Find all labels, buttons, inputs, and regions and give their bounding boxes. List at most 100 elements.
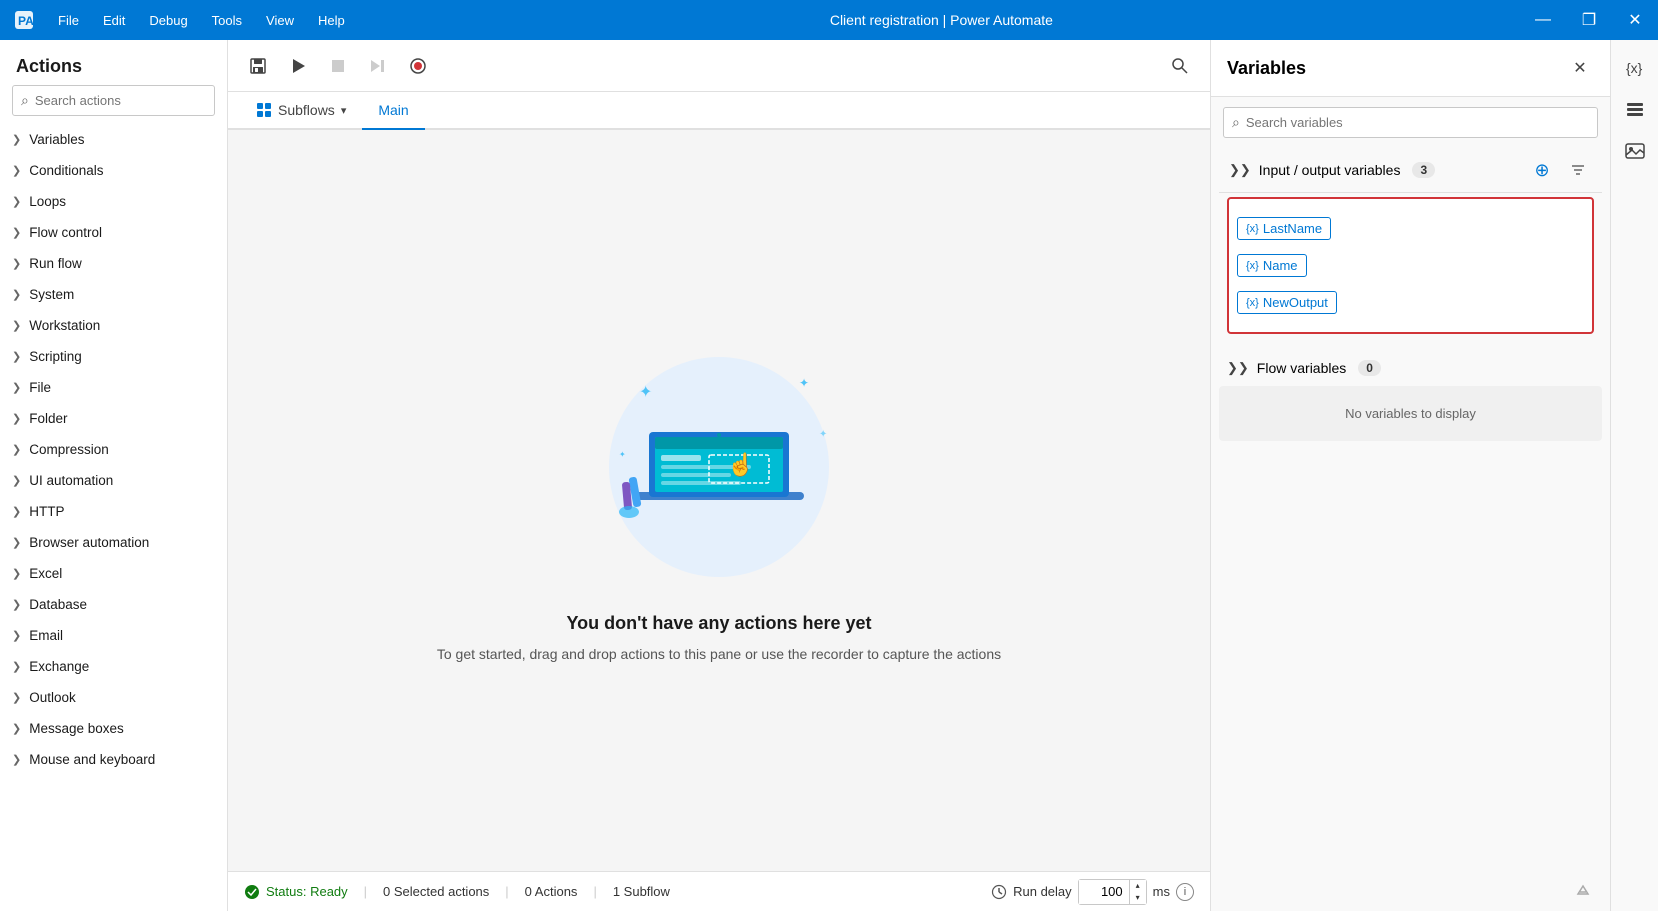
variable-chip-label: Name <box>1263 258 1298 273</box>
chevron-icon: ❯ <box>12 722 21 735</box>
run-delay-up-button[interactable]: ▴ <box>1130 880 1146 892</box>
run-button[interactable] <box>280 48 316 84</box>
run-delay-info-button[interactable]: i <box>1176 883 1194 901</box>
maximize-button[interactable]: ❐ <box>1566 0 1612 40</box>
flow-vars-chevron-icon[interactable]: ❯❯ <box>1227 360 1249 376</box>
variables-icon-button[interactable]: {x} <box>1616 48 1654 86</box>
category-folder[interactable]: ❯ Folder <box>0 403 227 434</box>
actions-search-box[interactable]: ⌕ <box>12 85 215 116</box>
menu-help[interactable]: Help <box>308 9 355 32</box>
stop-button[interactable] <box>320 48 356 84</box>
actions-search-icon: ⌕ <box>21 92 29 109</box>
subflows-dropdown-icon[interactable]: ▾ <box>341 104 347 117</box>
record-button[interactable] <box>400 48 436 84</box>
category-email[interactable]: ❯ Email <box>0 620 227 651</box>
chevron-icon: ❯ <box>12 567 21 580</box>
variables-close-button[interactable]: ✕ <box>1566 54 1594 82</box>
save-button[interactable] <box>240 48 276 84</box>
title-bar: PA File Edit Debug Tools View Help Clien… <box>0 0 1658 40</box>
chevron-icon: ❯ <box>12 195 21 208</box>
flow-vars-empty-message: No variables to display <box>1345 406 1476 421</box>
category-label: Message boxes <box>29 721 124 736</box>
category-system[interactable]: ❯ System <box>0 279 227 310</box>
image-icon-button[interactable] <box>1616 132 1654 170</box>
category-variables[interactable]: ❯ Variables <box>0 124 227 155</box>
category-compression[interactable]: ❯ Compression <box>0 434 227 465</box>
category-browser-automation[interactable]: ❯ Browser automation <box>0 527 227 558</box>
chevron-icon: ❯ <box>12 226 21 239</box>
chevron-icon: ❯ <box>12 505 21 518</box>
category-label: File <box>29 380 51 395</box>
io-add-variable-button[interactable]: ⊕ <box>1528 156 1556 184</box>
chevron-icon: ❯ <box>12 660 21 673</box>
category-excel[interactable]: ❯ Excel <box>0 558 227 589</box>
category-exchange[interactable]: ❯ Exchange <box>0 651 227 682</box>
run-delay-input[interactable] <box>1079 880 1129 904</box>
io-chevron-icon[interactable]: ❯❯ <box>1229 162 1251 178</box>
variables-search-box[interactable]: ⌕ <box>1223 107 1598 138</box>
category-scripting[interactable]: ❯ Scripting <box>0 341 227 372</box>
chevron-icon: ❯ <box>12 598 21 611</box>
menu-edit[interactable]: Edit <box>93 9 135 32</box>
variables-panel: Variables ✕ ⌕ ❯❯ Input / output variable… <box>1210 40 1610 911</box>
menu-view[interactable]: View <box>256 9 304 32</box>
empty-title: You don't have any actions here yet <box>566 613 871 634</box>
menu-file[interactable]: File <box>48 9 89 32</box>
category-run-flow[interactable]: ❯ Run flow <box>0 248 227 279</box>
tab-subflows[interactable]: Subflows ▾ <box>240 92 362 130</box>
flow-search-button[interactable] <box>1162 48 1198 84</box>
flow-vars-count: 0 <box>1358 360 1381 376</box>
category-loops[interactable]: ❯ Loops <box>0 186 227 217</box>
clear-icon[interactable] <box>1570 875 1598 903</box>
svg-text:PA: PA <box>18 14 34 28</box>
svg-text:✦: ✦ <box>799 376 809 390</box>
category-ui-automation[interactable]: ❯ UI automation <box>0 465 227 496</box>
far-right-panel: {x} <box>1610 40 1658 911</box>
variable-chip-newoutput[interactable]: {x} NewOutput <box>1237 291 1337 314</box>
category-file[interactable]: ❯ File <box>0 372 227 403</box>
category-label: Exchange <box>29 659 89 674</box>
app-body: Actions ⌕ ❯ Variables ❯ Conditionals ❯ L… <box>0 40 1658 911</box>
variable-row-lastname: {x} LastName <box>1237 213 1584 244</box>
actions-search-input[interactable] <box>35 93 211 108</box>
chevron-icon: ❯ <box>12 319 21 332</box>
category-message-boxes[interactable]: ❯ Message boxes <box>0 713 227 744</box>
chevron-icon: ❯ <box>12 443 21 456</box>
category-http[interactable]: ❯ HTTP <box>0 496 227 527</box>
category-mouse-keyboard[interactable]: ❯ Mouse and keyboard <box>0 744 227 775</box>
empty-subtitle: To get started, drag and drop actions to… <box>437 644 1001 665</box>
status-check-icon <box>244 884 260 900</box>
menu-tools[interactable]: Tools <box>202 9 252 32</box>
category-label: Mouse and keyboard <box>29 752 155 767</box>
actions-panel: Actions ⌕ ❯ Variables ❯ Conditionals ❯ L… <box>0 40 228 911</box>
clock-icon <box>991 884 1007 900</box>
close-button[interactable]: ✕ <box>1612 0 1658 40</box>
minimize-button[interactable]: — <box>1520 0 1566 40</box>
variable-chip-name[interactable]: {x} Name <box>1237 254 1307 277</box>
variable-chip-lastname[interactable]: {x} LastName <box>1237 217 1331 240</box>
chevron-icon: ❯ <box>12 350 21 363</box>
flow-vars-header: ❯❯ Flow variables 0 <box>1219 350 1602 386</box>
variables-search-input[interactable] <box>1246 115 1589 130</box>
category-workstation[interactable]: ❯ Workstation <box>0 310 227 341</box>
category-label: Loops <box>29 194 66 209</box>
category-database[interactable]: ❯ Database <box>0 589 227 620</box>
category-flow-control[interactable]: ❯ Flow control <box>0 217 227 248</box>
chevron-icon: ❯ <box>12 536 21 549</box>
chevron-icon: ❯ <box>12 691 21 704</box>
category-outlook[interactable]: ❯ Outlook <box>0 682 227 713</box>
subflows-label: Subflows <box>278 102 335 118</box>
category-label: Workstation <box>29 318 100 333</box>
run-delay-down-button[interactable]: ▾ <box>1130 892 1146 904</box>
menu-debug[interactable]: Debug <box>139 9 197 32</box>
variables-search-icon: ⌕ <box>1232 114 1240 131</box>
io-filter-button[interactable] <box>1564 156 1592 184</box>
category-label: HTTP <box>29 504 64 519</box>
io-variables-box: {x} LastName {x} Name {x} NewOutput <box>1227 197 1594 334</box>
tab-main[interactable]: Main <box>362 92 424 130</box>
variable-chip-icon: {x} <box>1246 223 1259 235</box>
layers-icon-button[interactable] <box>1616 90 1654 128</box>
category-conditionals[interactable]: ❯ Conditionals <box>0 155 227 186</box>
app-icon: PA <box>8 4 40 36</box>
next-step-button[interactable] <box>360 48 396 84</box>
